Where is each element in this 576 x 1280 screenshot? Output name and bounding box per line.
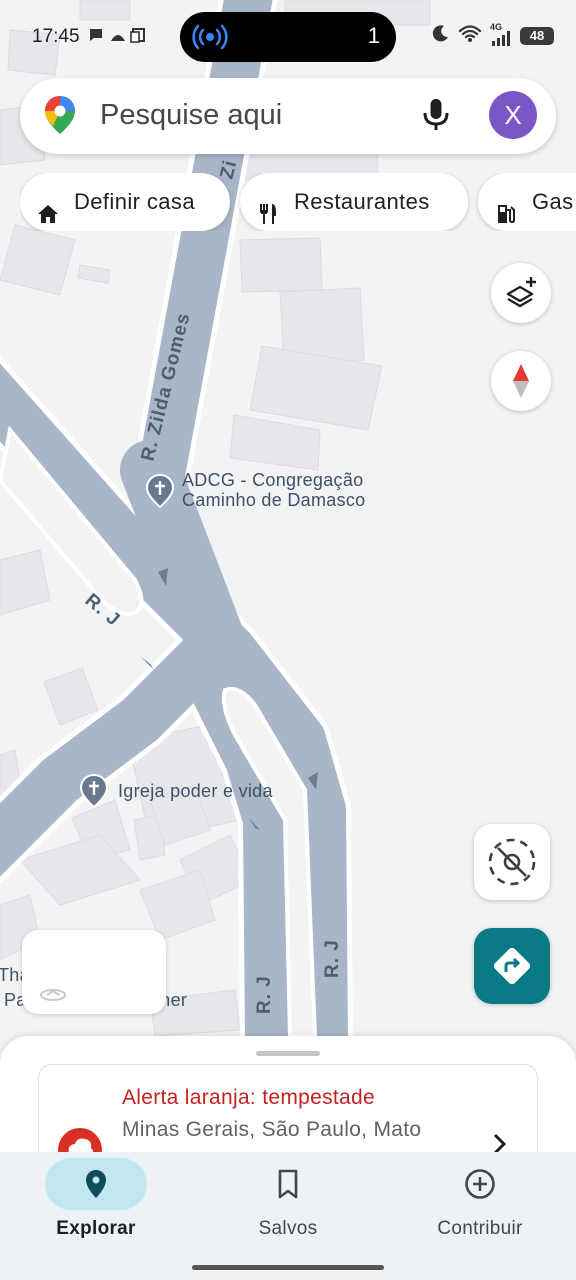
street-label-rj-3: R. J bbox=[322, 939, 343, 978]
alert-title: Alerta laranja: tempestade bbox=[122, 1086, 375, 1109]
chip-definir-casa[interactable]: Definir casa bbox=[20, 173, 230, 231]
chat-notification-icon bbox=[88, 27, 104, 43]
nav-salvos[interactable]: Salvos bbox=[213, 1152, 363, 1252]
street-view-thumbnail[interactable] bbox=[22, 930, 166, 1014]
poi-igreja-poder-e-vida[interactable]: Igreja poder e vida bbox=[79, 773, 310, 809]
category-chips: Definir casa Restaurantes Gas bbox=[20, 173, 576, 231]
maps-logo-icon bbox=[44, 95, 76, 140]
directions-button[interactable] bbox=[474, 928, 550, 1004]
nav-contribuir[interactable]: Contribuir bbox=[405, 1152, 555, 1252]
dynamic-island[interactable]: 1 bbox=[180, 12, 396, 62]
bookmark-icon bbox=[272, 1168, 304, 1200]
status-bar: 17:45 1 4G 48 bbox=[0, 0, 576, 76]
plus-circle-icon bbox=[464, 1168, 496, 1200]
location-disabled-icon bbox=[486, 836, 538, 893]
screenshot-notification-icon bbox=[130, 27, 146, 43]
moon-icon bbox=[432, 24, 450, 47]
poi-adcg[interactable]: ADCG - Congregação Caminho de Damasco bbox=[145, 470, 396, 516]
compass-button[interactable] bbox=[491, 351, 551, 411]
street-view-icon bbox=[38, 988, 68, 1007]
poi-igreja-label: Igreja poder e vida bbox=[118, 781, 273, 801]
microphone-icon[interactable] bbox=[422, 98, 450, 137]
bottom-navigation: Explorar Salvos Contribuir bbox=[0, 1152, 576, 1280]
battery-indicator: 48 bbox=[520, 26, 554, 45]
wifi-icon bbox=[458, 24, 482, 47]
chip-gas[interactable]: Gas bbox=[478, 173, 576, 231]
nav-label: Explorar bbox=[56, 1218, 136, 1239]
weather-notification-icon bbox=[109, 27, 125, 43]
alert-subtitle: Minas Gerais, São Paulo, Mato bbox=[122, 1118, 422, 1141]
nav-explorar[interactable]: Explorar bbox=[21, 1152, 171, 1252]
home-icon bbox=[36, 190, 60, 231]
chip-label: Restaurantes bbox=[294, 189, 430, 214]
church-pin-icon bbox=[145, 473, 175, 513]
account-avatar[interactable]: X bbox=[489, 91, 537, 139]
signal-icon: 4G bbox=[490, 22, 512, 46]
poi-adcg-label-line2: Caminho de Damasco bbox=[182, 490, 366, 510]
gesture-bar[interactable] bbox=[192, 1265, 384, 1270]
nav-label: Salvos bbox=[258, 1218, 318, 1239]
chip-restaurantes[interactable]: Restaurantes bbox=[240, 173, 468, 231]
layers-icon bbox=[505, 275, 539, 314]
drag-handle[interactable] bbox=[256, 1051, 320, 1056]
layers-button[interactable] bbox=[491, 263, 551, 323]
search-bar[interactable]: Pesquise aqui X bbox=[20, 78, 556, 154]
notification-count: 1 bbox=[367, 23, 380, 48]
nav-label: Contribuir bbox=[437, 1218, 523, 1239]
search-input[interactable]: Pesquise aqui bbox=[100, 99, 282, 132]
poi-adcg-label-line1: ADCG - Congregação bbox=[182, 470, 364, 490]
compass-icon bbox=[511, 363, 531, 404]
church-pin-icon bbox=[79, 773, 109, 813]
directions-icon bbox=[491, 945, 533, 992]
broadcast-icon bbox=[192, 23, 228, 56]
fork-knife-icon bbox=[256, 190, 280, 231]
chip-label: Gas bbox=[532, 189, 574, 214]
pin-icon bbox=[80, 1168, 112, 1200]
location-button[interactable] bbox=[474, 824, 550, 900]
fuel-pump-icon bbox=[494, 190, 518, 231]
street-label-rj-2: R. J bbox=[254, 975, 275, 1014]
chip-label: Definir casa bbox=[74, 189, 195, 214]
status-time: 17:45 bbox=[32, 26, 80, 47]
